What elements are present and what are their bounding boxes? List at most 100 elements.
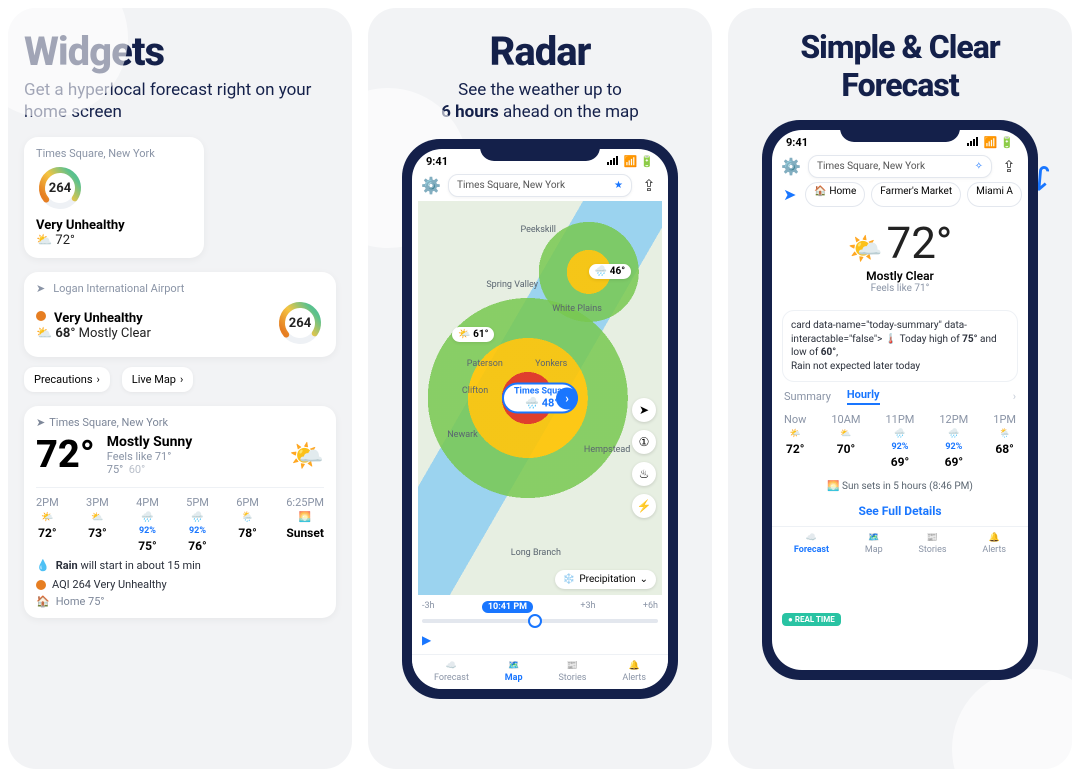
- chevron-right-icon: ›: [556, 387, 578, 409]
- chip-home[interactable]: 🏠 Home: [805, 182, 865, 207]
- rain-icon: 🌧️: [141, 512, 153, 523]
- hour-label: 1PM: [993, 413, 1016, 426]
- forecast-widget[interactable]: ➤Times Square, New York 72° Mostly Sunny…: [24, 406, 336, 618]
- lo-temp: 60°: [129, 463, 145, 476]
- aqi-wide-widget[interactable]: ➤Logan International Airport Very Unheal…: [24, 272, 336, 357]
- temp-value: 68°: [55, 326, 75, 341]
- hour-temp: 69°: [891, 455, 909, 469]
- precautions-button[interactable]: Precautions ›: [24, 367, 110, 392]
- panel-title: Radar: [384, 28, 696, 75]
- map-city-label: Hempstead: [584, 445, 630, 455]
- tab-map[interactable]: 🗺️Map: [865, 533, 883, 555]
- hi-temp: 75°: [107, 463, 123, 476]
- aqi-dot-icon: [36, 311, 46, 321]
- lightning-button[interactable]: ⚡: [632, 494, 656, 518]
- hour-temp: 68°: [995, 442, 1013, 456]
- sun-rain-icon: 🌦️: [999, 429, 1010, 439]
- locate-button[interactable]: ➤: [632, 398, 656, 422]
- chevron-right-icon: ›: [180, 373, 183, 386]
- settings-button[interactable]: ⚙️: [420, 175, 442, 197]
- bell-icon: 🔔: [629, 661, 640, 671]
- map-location-pill[interactable]: Times Square 🌧️ 48° ›: [502, 383, 578, 414]
- hourly-row: 2PM🌤️72° 3PM⛅73° 4PM🌧️92%75° 5PM🌧️92%76°…: [36, 487, 324, 553]
- partly-cloudy-icon: ⛅: [36, 233, 52, 248]
- map-city-label: Newark: [447, 430, 477, 440]
- see-full-details-button[interactable]: See Full Details: [772, 496, 1028, 526]
- panel-title: Widgets: [24, 28, 336, 75]
- chevron-right-icon[interactable]: ›: [1013, 390, 1016, 403]
- hour-temp: 72°: [786, 442, 804, 456]
- location-arrow-icon: ➤: [36, 416, 45, 429]
- sun-cloud-icon: 🌤️: [848, 232, 883, 265]
- tab-stories[interactable]: 📰Stories: [919, 533, 947, 555]
- share-icon: ⇪: [642, 176, 655, 195]
- lightning-icon: ⚡: [637, 499, 652, 513]
- location-arrow-icon[interactable]: ➤: [780, 182, 799, 207]
- hour-temp: 70°: [837, 442, 855, 456]
- share-icon: ⇪: [1002, 157, 1015, 176]
- news-icon: 📰: [567, 661, 578, 671]
- hour-label: 2PM: [36, 496, 59, 509]
- tl-label: +6h: [643, 601, 658, 613]
- tab-summary[interactable]: Summary: [784, 390, 831, 403]
- fire-button[interactable]: ♨: [632, 462, 656, 486]
- panel-radar: Radar See the weather up to6 hours ahead…: [368, 8, 712, 769]
- slider-knob[interactable]: [528, 614, 542, 628]
- hour-temp: 69°: [945, 455, 963, 469]
- tl-label: +3h: [580, 601, 595, 613]
- temp-pin[interactable]: 🌧️ 46°: [589, 264, 631, 279]
- tab-stories[interactable]: 📰Stories: [558, 661, 586, 683]
- partly-cloudy-icon: ⛅: [36, 326, 52, 341]
- star-plus-icon: ✧: [975, 161, 983, 172]
- precip-pct: 92%: [891, 442, 908, 452]
- sun-cloud-icon: 🌤️: [41, 512, 53, 523]
- live-map-button[interactable]: Live Map ›: [122, 367, 194, 392]
- chip-farmers-market[interactable]: Farmer's Market: [871, 182, 961, 207]
- tab-alerts[interactable]: 🔔Alerts: [622, 661, 646, 683]
- location-search[interactable]: Times Square, New York ★: [448, 174, 632, 197]
- tab-forecast[interactable]: ☁️Forecast: [794, 533, 829, 555]
- today-lo: 60°: [821, 347, 836, 358]
- share-button[interactable]: ⇪: [998, 156, 1020, 178]
- tab-bar: ☁️Forecast 🗺️Map 📰Stories 🔔Alerts: [412, 654, 668, 689]
- precip-pct: 92%: [945, 442, 962, 452]
- panel-subtitle: Get a hyperlocal forecast right on your …: [24, 79, 336, 123]
- partly-cloudy-icon: ⛅: [840, 429, 851, 439]
- gear-icon: ⚙️: [781, 157, 801, 176]
- hour-temp: 78°: [238, 526, 256, 540]
- layer-selector[interactable]: ❄️Precipitation⌄: [555, 570, 656, 589]
- tab-map[interactable]: 🗺️Map: [505, 661, 523, 683]
- star-icon: ★: [614, 180, 623, 191]
- condition-text: Mostly Sunny: [107, 434, 193, 450]
- tab-alerts[interactable]: 🔔Alerts: [982, 533, 1006, 555]
- aqi-gauge-icon: 264: [276, 299, 324, 347]
- play-button[interactable]: ▶: [422, 633, 431, 647]
- aqi-small-widget[interactable]: Times Square, New York 264 Very Unhealth…: [24, 137, 204, 258]
- precip-pct: 92%: [139, 526, 156, 536]
- today-hi: 75°: [962, 334, 977, 345]
- map-city-label: Spring Valley: [486, 280, 538, 290]
- gear-icon: ⚙️: [421, 176, 441, 195]
- tl-now: 10:41 PM: [482, 601, 533, 613]
- tab-hourly[interactable]: Hourly: [847, 388, 880, 405]
- share-button[interactable]: ⇪: [638, 175, 660, 197]
- map-icon: 🗺️: [868, 533, 879, 543]
- radar-map[interactable]: Peekskill Spring Valley White Plains Pat…: [418, 201, 662, 595]
- hour-label: 12PM: [939, 413, 968, 426]
- chip-miami[interactable]: Miami A: [967, 182, 1022, 207]
- status-time: 9:41: [786, 136, 808, 149]
- hour-label: 4PM: [136, 496, 159, 509]
- timeline-slider[interactable]: [422, 619, 658, 623]
- widget-location: Logan International Airport: [53, 282, 184, 295]
- location-search[interactable]: Times Square, New York ✧: [808, 155, 992, 178]
- sun-cloud-icon: ⛅: [91, 512, 103, 523]
- temp-pin[interactable]: 🌤️ 61°: [452, 327, 494, 342]
- map-icon: 🗺️: [508, 661, 519, 671]
- feels-like: Feels like 71°: [107, 450, 193, 463]
- hour-label: 11PM: [885, 413, 914, 426]
- settings-button[interactable]: ⚙️: [780, 156, 802, 178]
- warning-button[interactable]: ①: [632, 430, 656, 454]
- hour-temp: 76°: [188, 539, 206, 553]
- tab-forecast[interactable]: ☁️Forecast: [434, 661, 469, 683]
- search-text: Times Square, New York: [817, 161, 925, 172]
